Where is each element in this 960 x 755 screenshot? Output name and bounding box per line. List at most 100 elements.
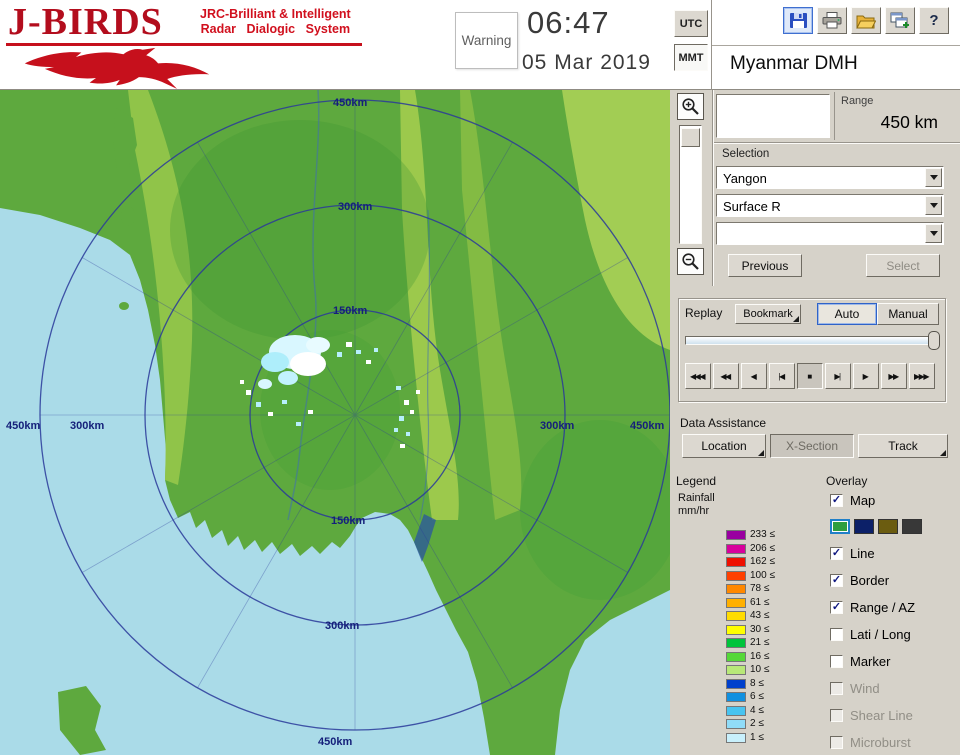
map-color-swatch-olive[interactable]: [878, 519, 898, 534]
legend-row: 30 ≤: [726, 625, 775, 635]
select-button: Select: [866, 254, 940, 277]
logo-underline: [6, 43, 362, 46]
clock-time: 06:47: [527, 5, 610, 41]
legend-row: 10 ≤: [726, 665, 775, 675]
zoom-out-button[interactable]: [677, 248, 704, 275]
play-button[interactable]: ▶: [853, 363, 879, 389]
checkbox[interactable]: ✓: [830, 574, 843, 587]
previous-button[interactable]: Previous: [728, 254, 802, 277]
app-logo-title: J-BIRDS: [8, 0, 163, 44]
overlay-option-marker[interactable]: Marker: [830, 653, 958, 669]
checkbox[interactable]: ✓: [830, 547, 843, 560]
product-dropdown-value: Surface R: [723, 199, 781, 214]
overlay-options: ✓ Map ✓ Line ✓ Border ✓ Range / AZ: [830, 492, 958, 755]
range-label: 150km: [333, 305, 367, 317]
location-button[interactable]: Location: [682, 434, 766, 458]
track-button[interactable]: Track: [858, 434, 948, 458]
status-display-field: [716, 94, 830, 138]
overlay-option-lati-long[interactable]: Lati / Long: [830, 626, 958, 642]
chevron-down-icon[interactable]: [925, 224, 942, 243]
range-label: 300km: [325, 620, 359, 632]
map-color-swatch-navy[interactable]: [854, 519, 874, 534]
step-forward-button[interactable]: ▶|: [825, 363, 851, 389]
legend-row: 8 ≤: [726, 679, 775, 689]
step-back-button[interactable]: |◀: [769, 363, 795, 389]
warning-indicator[interactable]: Warning: [455, 12, 518, 69]
track-label: Track: [888, 439, 918, 453]
open-file-button[interactable]: [851, 7, 881, 34]
bookmark-button[interactable]: Bookmark: [735, 304, 801, 324]
color-swatch: [726, 706, 746, 716]
manual-mode-button[interactable]: Manual: [877, 303, 939, 325]
color-swatch: [726, 571, 746, 581]
range-info: Range 450 km: [834, 92, 946, 140]
overlay-option-border[interactable]: ✓ Border: [830, 572, 958, 588]
question-mark-icon: ?: [929, 12, 938, 29]
header-bar: J-BIRDS JRC-Brilliant & Intelligent Rada…: [0, 0, 960, 90]
map-color-swatch-green[interactable]: [830, 519, 850, 534]
color-swatch: [726, 719, 746, 729]
overlay-option-wind: Wind: [830, 680, 958, 696]
color-swatch: [726, 530, 746, 540]
chevron-down-icon[interactable]: [925, 168, 942, 187]
print-button[interactable]: [817, 7, 847, 34]
zoom-slider[interactable]: [679, 125, 702, 244]
option-dropdown[interactable]: [716, 222, 944, 245]
new-window-icon: [890, 12, 910, 29]
color-swatch: [726, 544, 746, 554]
station-title: Myanmar DMH: [730, 53, 858, 75]
overlay-option-microburst: Microburst: [830, 734, 958, 750]
radar-map-canvas[interactable]: 450km 300km 150km 150km 300km 450km 450k…: [0, 90, 670, 755]
skip-to-start-button[interactable]: ◀◀◀: [685, 363, 711, 389]
overlay-label: Overlay: [826, 474, 867, 488]
color-swatch: [726, 611, 746, 621]
zoom-in-button[interactable]: [677, 93, 704, 120]
checkbox[interactable]: ✓: [830, 494, 843, 507]
legend-row: 233 ≤: [726, 530, 775, 540]
map-color-swatch-dark[interactable]: [902, 519, 922, 534]
site-dropdown[interactable]: Yangon: [716, 166, 944, 189]
legend-row: 21 ≤: [726, 638, 775, 648]
control-panel: Range 450 km Selection Yangon Surface R …: [670, 90, 960, 755]
fast-forward-button[interactable]: ▶▶: [881, 363, 907, 389]
range-label: 300km: [338, 201, 372, 213]
corner-triangle-icon: [940, 450, 946, 456]
corner-triangle-icon: [758, 450, 764, 456]
playback-controls: ◀◀◀ ◀◀ ◀ |◀ ■ ▶| ▶ ▶▶ ▶▶▶: [685, 363, 941, 390]
stop-button[interactable]: ■: [797, 363, 823, 389]
product-dropdown[interactable]: Surface R: [716, 194, 944, 217]
magnifier-plus-icon: [681, 97, 700, 116]
overlay-option-map[interactable]: ✓ Map: [830, 492, 958, 508]
checkbox[interactable]: ✓: [830, 601, 843, 614]
color-swatch: [726, 625, 746, 635]
auto-mode-button[interactable]: Auto: [817, 303, 877, 325]
replay-slider-handle[interactable]: [928, 331, 940, 350]
chevron-down-icon[interactable]: [925, 196, 942, 215]
checkbox[interactable]: [830, 655, 843, 668]
legend-row: 61 ≤: [726, 598, 775, 608]
replay-timeline-slider[interactable]: [685, 336, 939, 345]
skip-to-end-button[interactable]: ▶▶▶: [909, 363, 935, 389]
replay-group: Replay Bookmark Auto Manual ◀◀◀ ◀◀ ◀ |◀ …: [678, 298, 946, 402]
play-reverse-button[interactable]: ◀: [741, 363, 767, 389]
legend-label: Legend: [676, 474, 716, 488]
checkbox[interactable]: [830, 628, 843, 641]
range-label-text: Range: [841, 95, 946, 107]
fast-rewind-button[interactable]: ◀◀: [713, 363, 739, 389]
xsection-button: X-Section: [770, 434, 854, 458]
add-window-button[interactable]: [885, 7, 915, 34]
zoom-slider-handle[interactable]: [681, 128, 700, 147]
legend-row: 78 ≤: [726, 584, 775, 594]
help-button[interactable]: ?: [919, 7, 949, 34]
overlay-option-range-az[interactable]: ✓ Range / AZ: [830, 599, 958, 615]
color-swatch: [726, 638, 746, 648]
rainfall-color-scale: 233 ≤ 206 ≤ 162 ≤ 100 ≤ 78 ≤ 61 ≤ 43 ≤ 3…: [726, 530, 775, 746]
app-logo-subtitle: JRC-Brilliant & Intelligent Radar Dialog…: [200, 7, 351, 37]
range-label: 450km: [318, 736, 352, 748]
legend-units: Rainfall mm/hr: [678, 492, 715, 518]
utc-button[interactable]: UTC: [674, 10, 708, 37]
save-button[interactable]: [783, 7, 813, 34]
overlay-option-line[interactable]: ✓ Line: [830, 545, 958, 561]
mmt-button[interactable]: MMT: [674, 44, 708, 71]
folder-open-icon: [856, 13, 876, 29]
